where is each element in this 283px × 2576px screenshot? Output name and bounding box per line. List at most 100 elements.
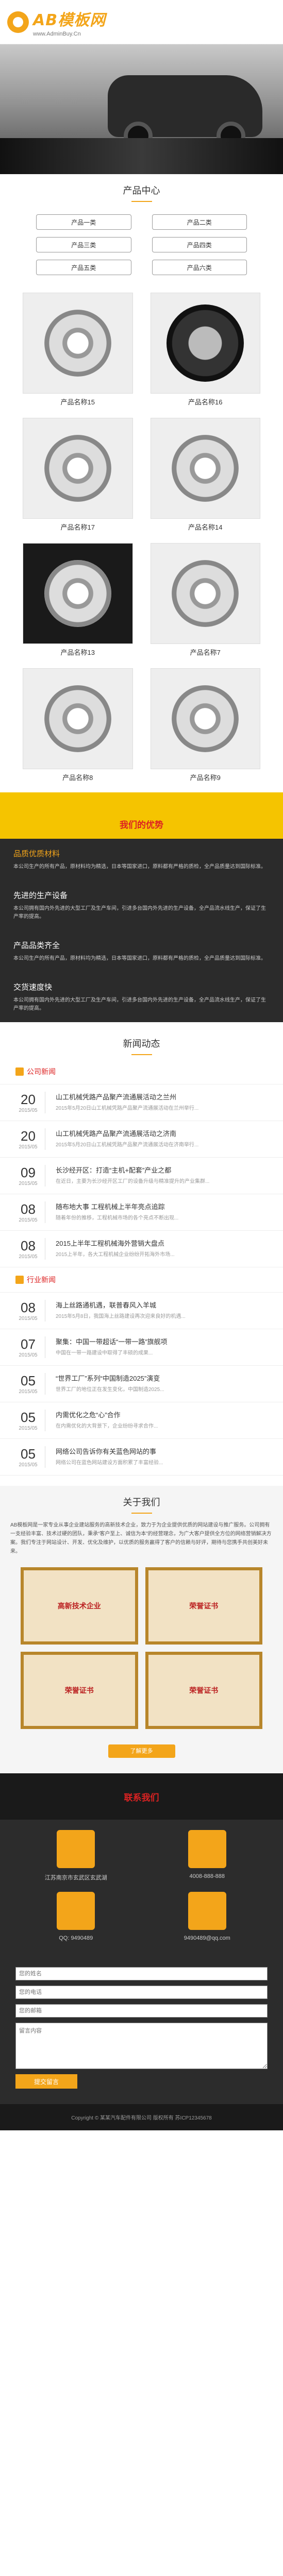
news-item[interactable]: 05 2015/05 “世界工厂”系列“中国制造2025”演变 世界工厂的地位正在发… xyxy=(0,1366,283,1402)
product-name[interactable]: 产品名称14 xyxy=(151,519,261,532)
advantage-item: 交货速度快 本公司拥有国内外先进的大型工厂及生产车间，引进多台国内外先进的生产设… xyxy=(0,972,283,1022)
news-day: 20 xyxy=(21,1092,36,1107)
news-headline[interactable]: 山工机械凭路产品聚产流通展活动之济南 xyxy=(56,1128,198,1138)
news-date: 08 2015/05 xyxy=(15,1300,45,1321)
news-date: 08 2015/05 xyxy=(15,1201,45,1223)
product-card[interactable]: 产品名称17 xyxy=(23,418,133,532)
advantage-title: 交货速度快 xyxy=(13,983,53,992)
name-input[interactable] xyxy=(15,1967,268,1980)
news-headline[interactable]: 聚集：中国一带超话“一带一路”旗舰项 xyxy=(56,1336,168,1346)
product-card[interactable]: 产品名称14 xyxy=(150,418,261,532)
message-textarea[interactable] xyxy=(15,2023,268,2069)
contact-phone[interactable]: 4008-888-888 xyxy=(147,1830,268,1882)
industry-news-header[interactable]: 行业新闻 xyxy=(0,1267,283,1293)
news-yearmonth: 2015/05 xyxy=(19,1316,38,1321)
product-image[interactable] xyxy=(23,668,133,769)
contact-section: 江苏南京市玄武区玄武湖 4008-888-888 QQ: 9490489 949… xyxy=(0,1820,283,1962)
product-name[interactable]: 产品名称13 xyxy=(23,644,133,657)
news-day: 05 xyxy=(21,1373,36,1388)
contact-address: 江苏南京市玄武区玄武湖 xyxy=(15,1830,137,1882)
news-summary: 2015年5月8日，我国海上丝路建设再次迎来良好的机遇... xyxy=(56,1314,186,1319)
news-date: 05 2015/05 xyxy=(15,1373,45,1395)
contact-email[interactable]: 9490489@qq.com xyxy=(147,1892,268,1941)
phone-text[interactable]: 4008-888-888 xyxy=(147,1873,268,1879)
phone-input[interactable] xyxy=(15,1986,268,1999)
product-name[interactable]: 产品名称17 xyxy=(23,519,133,532)
news-headline[interactable]: 山工机械凭路产品聚产流通展活动之兰州 xyxy=(56,1092,198,1101)
news-headline[interactable]: “世界工厂”系列“中国制造2025”演变 xyxy=(56,1373,164,1383)
news-headline[interactable]: 2015上半年工程机械海外营销大盘点 xyxy=(56,1238,175,1248)
company-news-header[interactable]: 公司新闻 xyxy=(0,1059,283,1084)
news-summary: 在近日，主要为长沙经开区工厂的设备升级与精准提升的产业集群... xyxy=(56,1179,210,1184)
product-card[interactable]: 产品名称15 xyxy=(23,293,133,406)
category-button[interactable]: 产品三类 xyxy=(36,237,131,252)
contact-qq[interactable]: QQ: 9490489 xyxy=(15,1892,137,1941)
advantages-header: 我们的优势 xyxy=(0,792,283,839)
hero-banner[interactable] xyxy=(0,44,283,174)
product-image[interactable] xyxy=(150,543,260,644)
product-image[interactable] xyxy=(150,293,260,394)
news-date: 20 2015/05 xyxy=(15,1128,45,1150)
news-item[interactable]: 20 2015/05 山工机械凭路产品聚产流通展活动之济南 2015年5月20日山工… xyxy=(0,1121,283,1158)
category-button[interactable]: 产品四类 xyxy=(152,237,247,252)
news-yearmonth: 2015/05 xyxy=(19,1352,38,1358)
news-item[interactable]: 05 2015/05 内需优化之危“心”合作 在内需优化的大背景下，企业纷纷寻求合作… xyxy=(0,1402,283,1439)
qq-icon xyxy=(57,1892,95,1930)
learn-more-button[interactable]: 了解更多 xyxy=(108,1744,175,1758)
news-item[interactable]: 08 2015/05 随布地大事 工程机械上半年亮点追踪 随着年份的推移，工程机械市… xyxy=(0,1194,283,1231)
advantage-text: 本公司拥有国内外先进的大型工厂及生产车间，引进多台国内外先进的生产设备，全产品流… xyxy=(13,906,266,920)
news-headline[interactable]: 随布地大事 工程机械上半年亮点追踪 xyxy=(56,1201,178,1211)
copyright-text: Copyright © 某某汽车配件有限公司 版权所有 苏ICP12345678 xyxy=(71,2115,212,2121)
product-card[interactable]: 产品名称7 xyxy=(150,543,261,657)
category-button[interactable]: 产品五类 xyxy=(36,260,131,275)
news-yearmonth: 2015/05 xyxy=(19,1389,38,1395)
news-item[interactable]: 20 2015/05 山工机械凭路产品聚产流通展活动之兰州 2015年5月20日山工… xyxy=(0,1084,283,1121)
product-card[interactable]: 产品名称8 xyxy=(23,668,133,782)
advantage-title: 产品品类齐全 xyxy=(13,941,60,950)
product-card[interactable]: 产品名称9 xyxy=(150,668,261,782)
email-input[interactable] xyxy=(15,2004,268,2018)
category-button[interactable]: 产品二类 xyxy=(152,214,247,230)
news-item[interactable]: 07 2015/05 聚集：中国一带超话“一带一路”旗舰项 中国在一带一路建设中取得… xyxy=(0,1329,283,1366)
product-name[interactable]: 产品名称15 xyxy=(23,394,133,406)
logo[interactable]: AB模板网 www.AdminBuy.Cn xyxy=(7,7,106,37)
category-button[interactable]: 产品一类 xyxy=(36,214,131,230)
news-item[interactable]: 05 2015/05 网络公司告诉你有关蓝色网站的事 网络公司在蓝色网站建设方面积累… xyxy=(0,1439,283,1476)
email-text[interactable]: 9490489@qq.com xyxy=(147,1935,268,1941)
news-yearmonth: 2015/05 xyxy=(19,1181,38,1187)
product-image[interactable] xyxy=(150,668,260,769)
news-headline[interactable]: 长沙经开区：打造“主机+配套”产业之都 xyxy=(56,1165,209,1175)
news-yearmonth: 2015/05 xyxy=(19,1462,38,1468)
news-headline[interactable]: 网络公司告诉你有关蓝色网站的事 xyxy=(56,1446,163,1456)
product-name[interactable]: 产品名称7 xyxy=(151,644,261,657)
submit-button[interactable]: 提交留言 xyxy=(15,2074,77,2089)
advantage-text: 本公司拥有国内外先进的大型工厂及生产车间，引进多台国内外先进的生产设备，全产品流… xyxy=(13,997,266,1011)
advantages-title: 我们的优势 xyxy=(120,820,163,830)
product-card[interactable]: 产品名称13 xyxy=(23,543,133,657)
bearing-icon xyxy=(44,310,111,377)
product-image[interactable] xyxy=(23,418,133,519)
news-yearmonth: 2015/05 xyxy=(19,1254,38,1260)
about-title: 关于我们 xyxy=(0,1486,283,1518)
news-item[interactable]: 08 2015/05 海上丝路通机遇，联普春风入羊城 2015年5月8日，我国海上丝… xyxy=(0,1293,283,1329)
advantage-text: 本公司生产的所有产品，原材料均为精选，日本等国家进口，原料都有严格的质检，全产品… xyxy=(13,956,266,961)
product-name[interactable]: 产品名称9 xyxy=(151,769,261,782)
news-summary: 2015年5月20日山工机械凭路产品聚产流通展活动在兰州举行... xyxy=(56,1106,199,1111)
news-headline[interactable]: 内需优化之危“心”合作 xyxy=(56,1410,158,1419)
product-name[interactable]: 产品名称16 xyxy=(151,394,261,406)
advantage-title: 先进的生产设备 xyxy=(13,891,68,900)
news-item[interactable]: 08 2015/05 2015上半年工程机械海外营销大盘点 2015上半年，各大工程… xyxy=(0,1231,283,1267)
product-name[interactable]: 产品名称8 xyxy=(23,769,133,782)
product-image[interactable] xyxy=(23,543,133,644)
product-card[interactable]: 产品名称16 xyxy=(150,293,261,406)
contact-header: 联系我们 xyxy=(0,1773,283,1820)
news-title: 新闻动态 xyxy=(0,1027,283,1059)
products-section: 产品中心 产品一类 产品二类 产品三类 产品四类 产品五类 产品六类 产品名称1… xyxy=(0,174,283,792)
product-image[interactable] xyxy=(150,418,260,519)
certificate-image: 荣誉证书 xyxy=(145,1652,262,1729)
category-button[interactable]: 产品六类 xyxy=(152,260,247,275)
product-image[interactable] xyxy=(23,293,133,394)
qq-text[interactable]: QQ: 9490489 xyxy=(15,1935,137,1941)
news-item[interactable]: 09 2015/05 长沙经开区：打造“主机+配套”产业之都 在近日，主要为长沙经开… xyxy=(0,1158,283,1194)
news-headline[interactable]: 海上丝路通机遇，联普春风入羊城 xyxy=(56,1300,186,1310)
